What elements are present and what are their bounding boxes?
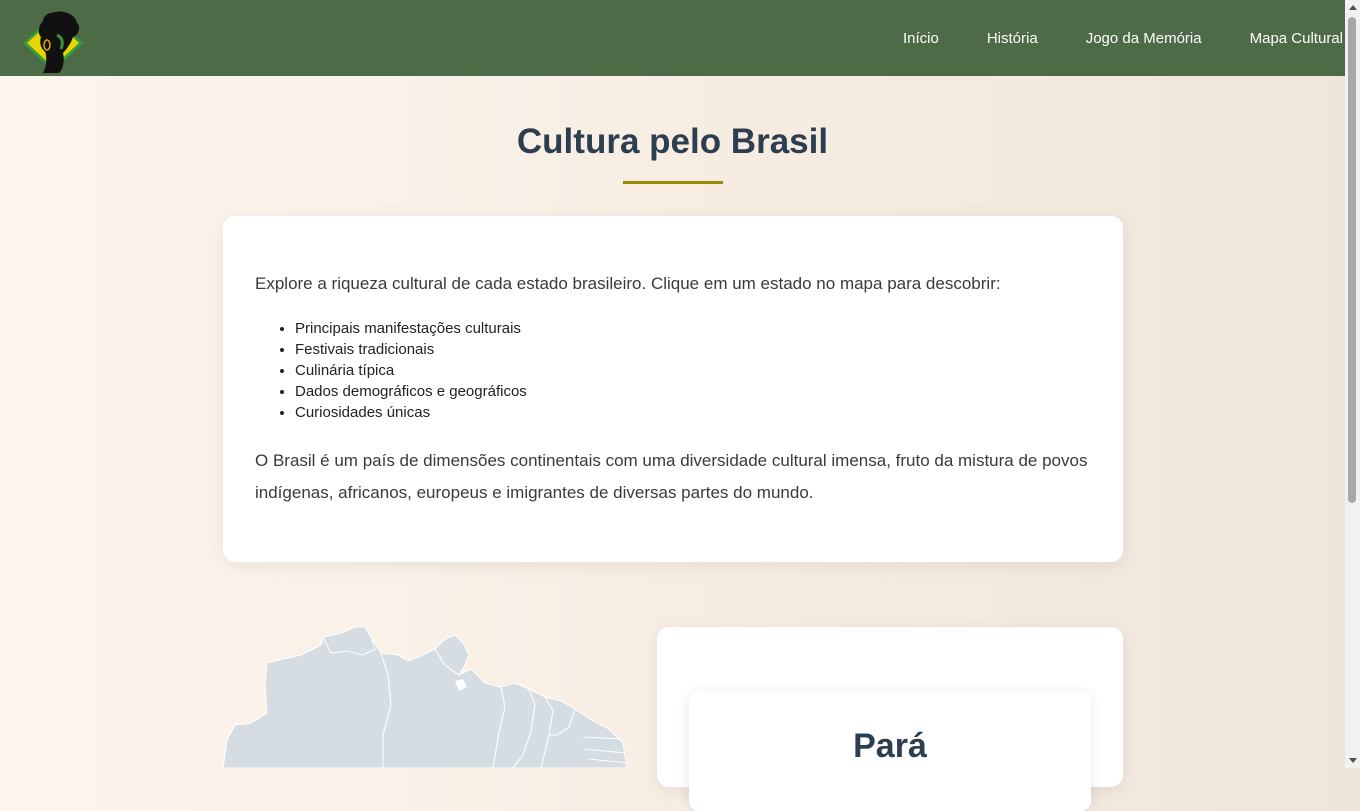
nav-link-jogo-da-memoria[interactable]: Jogo da Memória — [1086, 30, 1202, 47]
nav-link-historia[interactable]: História — [987, 30, 1038, 47]
state-name: Pará — [853, 727, 927, 765]
feature-item: Principais manifestações culturais — [295, 318, 1091, 339]
feature-item: Festivais tradicionais — [295, 339, 1091, 360]
brazil-map[interactable] — [223, 625, 628, 768]
intro-card: Explore a riqueza cultural de cada estad… — [223, 216, 1123, 562]
top-navbar: Início História Jogo da Memória Mapa Cul… — [0, 0, 1345, 76]
nav-links: Início História Jogo da Memória Mapa Cul… — [855, 0, 1343, 76]
feature-list: Principais manifestações culturais Festi… — [255, 318, 1091, 423]
scroll-thumb[interactable] — [1348, 17, 1356, 503]
scroll-down-arrow-icon[interactable] — [1349, 758, 1357, 763]
intro-text: Explore a riqueza cultural de cada estad… — [255, 274, 1001, 293]
page-title: Cultura pelo Brasil — [516, 122, 829, 161]
feature-item: Dados demográficos e geográficos — [295, 381, 1091, 402]
state-detail-panel: Pará — [689, 691, 1091, 811]
feature-item: Curiosidades únicas — [295, 402, 1091, 423]
state-info-card: Pará — [657, 627, 1123, 811]
vertical-scrollbar[interactable] — [1345, 0, 1360, 768]
title-underline — [623, 181, 723, 184]
intro-body-text: O Brasil é um país de dimensões continen… — [255, 451, 1088, 502]
feature-item: Culinária típica — [295, 360, 1091, 381]
map-state-para[interactable] — [380, 648, 506, 768]
brazil-culture-logo[interactable] — [21, 9, 85, 75]
nav-link-inicio[interactable]: Início — [903, 30, 939, 47]
scroll-up-arrow-icon[interactable] — [1349, 5, 1357, 10]
map-state-roraima[interactable] — [322, 626, 376, 656]
nav-link-mapa-cultural[interactable]: Mapa Cultural — [1250, 30, 1343, 47]
